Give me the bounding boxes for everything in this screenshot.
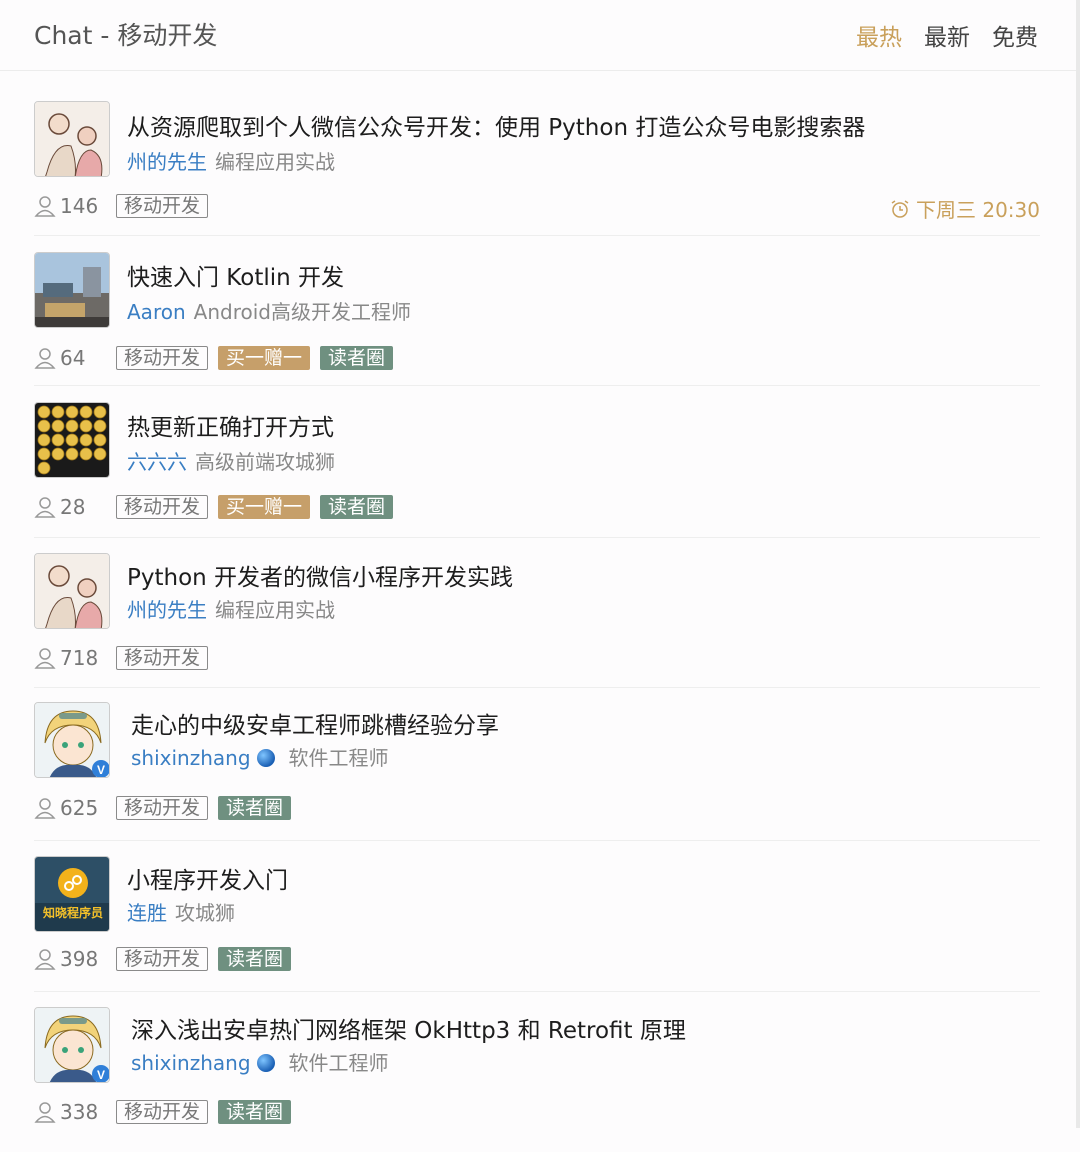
author-name[interactable]: 州的先生 bbox=[127, 598, 207, 622]
chat-title[interactable]: 小程序开发入门 bbox=[127, 861, 288, 895]
author-role: 软件工程师 bbox=[288, 1051, 389, 1075]
list-item[interactable]: 知晓程序员 小程序开发入门 连胜 攻城狮 398 移动开发 读者圈 bbox=[34, 841, 1040, 992]
author-line: 州的先生 编程应用实战 bbox=[127, 146, 335, 175]
avatar[interactable] bbox=[34, 553, 110, 629]
avatar[interactable] bbox=[34, 402, 110, 478]
tab-hottest[interactable]: 最热 bbox=[856, 18, 902, 52]
tab-free[interactable]: 免费 bbox=[992, 18, 1038, 52]
author-role: 软件工程师 bbox=[288, 746, 389, 770]
user-icon bbox=[34, 1102, 56, 1123]
meta-row: 28 移动开发 买一赠一 读者圈 bbox=[34, 495, 394, 519]
tag-category[interactable]: 移动开发 bbox=[116, 346, 209, 370]
avatar-caption: 知晓程序员 bbox=[42, 905, 103, 920]
author-line: Aaron Android高级开发工程师 bbox=[127, 296, 411, 325]
author-name[interactable]: shixinzhang bbox=[131, 1051, 251, 1075]
meta-row: 718 移动开发 bbox=[34, 646, 209, 670]
user-icon bbox=[34, 196, 56, 217]
chat-title[interactable]: 热更新正确打开方式 bbox=[127, 408, 334, 442]
schedule-time: 下周三 20:30 bbox=[890, 194, 1040, 223]
meta-row: 146 移动开发 bbox=[34, 194, 209, 218]
sort-tabs: 最热 最新 免费 bbox=[856, 18, 1038, 52]
author-role: Android高级开发工程师 bbox=[193, 300, 411, 324]
scrollbar-track[interactable] bbox=[1076, 0, 1080, 1128]
avatar[interactable] bbox=[34, 101, 110, 177]
user-icon bbox=[34, 648, 56, 669]
tag-reader-circle[interactable]: 读者圈 bbox=[320, 495, 394, 519]
list-item[interactable]: 从资源爬取到个人微信公众号开发：使用 Python 打造公众号电影搜索器 州的先… bbox=[34, 84, 1040, 236]
meta-row: 338 移动开发 读者圈 bbox=[34, 1100, 292, 1124]
participant-count: 146 bbox=[34, 194, 106, 218]
chat-title[interactable]: 深入浅出安卓热门网络框架 OkHttp3 和 Retrofit 原理 bbox=[131, 1011, 686, 1045]
tag-category[interactable]: 移动开发 bbox=[116, 194, 209, 218]
avatar[interactable]: V bbox=[34, 702, 110, 778]
author-line: shixinzhang 软件工程师 bbox=[131, 1047, 389, 1076]
author-role: 编程应用实战 bbox=[215, 150, 335, 174]
meta-row: 625 移动开发 读者圈 bbox=[34, 796, 292, 820]
author-name[interactable]: shixinzhang bbox=[131, 746, 251, 770]
author-name[interactable]: 州的先生 bbox=[127, 150, 207, 174]
author-role: 攻城狮 bbox=[175, 901, 235, 925]
participant-count: 64 bbox=[34, 346, 106, 370]
alarm-clock-icon bbox=[891, 199, 909, 218]
page-title: Chat - 移动开发 bbox=[34, 21, 218, 50]
svg-text:V: V bbox=[97, 763, 105, 777]
author-line: 连胜 攻城狮 bbox=[127, 897, 235, 926]
user-icon bbox=[34, 798, 56, 819]
tag-reader-circle[interactable]: 读者圈 bbox=[218, 1100, 292, 1124]
meta-row: 64 移动开发 买一赠一 读者圈 bbox=[34, 346, 394, 370]
list-item[interactable]: 快速入门 Kotlin 开发 Aaron Android高级开发工程师 64 移动… bbox=[34, 236, 1040, 386]
tag-category[interactable]: 移动开发 bbox=[116, 796, 209, 820]
user-icon bbox=[34, 497, 56, 518]
author-name[interactable]: Aaron bbox=[127, 300, 186, 324]
participant-count: 28 bbox=[34, 495, 106, 519]
list-item[interactable]: V 走心的中级安卓工程师跳槽经验分享 shixinzhang 软件工程师 625 … bbox=[34, 688, 1040, 841]
list-item[interactable]: Python 开发者的微信小程序开发实践 州的先生 编程应用实战 718 移动开发 bbox=[34, 538, 1040, 688]
participant-count: 398 bbox=[34, 947, 106, 971]
svg-text:V: V bbox=[97, 1068, 105, 1082]
participant-count: 338 bbox=[34, 1100, 106, 1124]
author-name[interactable]: 连胜 bbox=[127, 901, 167, 925]
meta-row: 398 移动开发 读者圈 bbox=[34, 947, 292, 971]
participant-count: 718 bbox=[34, 646, 106, 670]
tag-promo[interactable]: 买一赠一 bbox=[218, 346, 311, 370]
author-line: 州的先生 编程应用实战 bbox=[127, 594, 335, 623]
tag-reader-circle[interactable]: 读者圈 bbox=[218, 796, 292, 820]
tag-category[interactable]: 移动开发 bbox=[116, 1100, 209, 1124]
tag-reader-circle[interactable]: 读者圈 bbox=[218, 947, 292, 971]
tag-reader-circle[interactable]: 读者圈 bbox=[320, 346, 394, 370]
tag-promo[interactable]: 买一赠一 bbox=[218, 495, 311, 519]
tab-newest[interactable]: 最新 bbox=[924, 18, 970, 52]
author-line: shixinzhang 软件工程师 bbox=[131, 742, 389, 771]
tag-category[interactable]: 移动开发 bbox=[116, 646, 209, 670]
globe-icon bbox=[256, 1054, 275, 1072]
list-item[interactable]: 热更新正确打开方式 六六六 高级前端攻城狮 28 移动开发 买一赠一 读者圈 bbox=[34, 386, 1040, 538]
avatar[interactable] bbox=[34, 252, 110, 328]
author-name[interactable]: 六六六 bbox=[127, 450, 187, 474]
user-icon bbox=[34, 348, 56, 369]
author-role: 编程应用实战 bbox=[215, 598, 335, 622]
author-line: 六六六 高级前端攻城狮 bbox=[127, 446, 335, 475]
header: Chat - 移动开发 最热 最新 免费 bbox=[0, 0, 1080, 71]
chat-title[interactable]: 快速入门 Kotlin 开发 bbox=[127, 258, 344, 292]
user-icon bbox=[34, 949, 56, 970]
participant-count: 625 bbox=[34, 796, 106, 820]
avatar[interactable]: V bbox=[34, 1007, 110, 1083]
list-item[interactable]: V 深入浅出安卓热门网络框架 OkHttp3 和 Retrofit 原理 shi… bbox=[34, 992, 1040, 1152]
chat-title[interactable]: 从资源爬取到个人微信公众号开发：使用 Python 打造公众号电影搜索器 bbox=[127, 108, 865, 142]
globe-icon bbox=[256, 749, 275, 767]
chat-title[interactable]: 走心的中级安卓工程师跳槽经验分享 bbox=[131, 706, 499, 740]
chat-list: 从资源爬取到个人微信公众号开发：使用 Python 打造公众号电影搜索器 州的先… bbox=[34, 84, 1040, 1152]
chat-title[interactable]: Python 开发者的微信小程序开发实践 bbox=[127, 558, 513, 592]
tag-category[interactable]: 移动开发 bbox=[116, 495, 209, 519]
avatar[interactable]: 知晓程序员 bbox=[34, 856, 110, 932]
tag-category[interactable]: 移动开发 bbox=[116, 947, 209, 971]
author-role: 高级前端攻城狮 bbox=[195, 450, 335, 474]
